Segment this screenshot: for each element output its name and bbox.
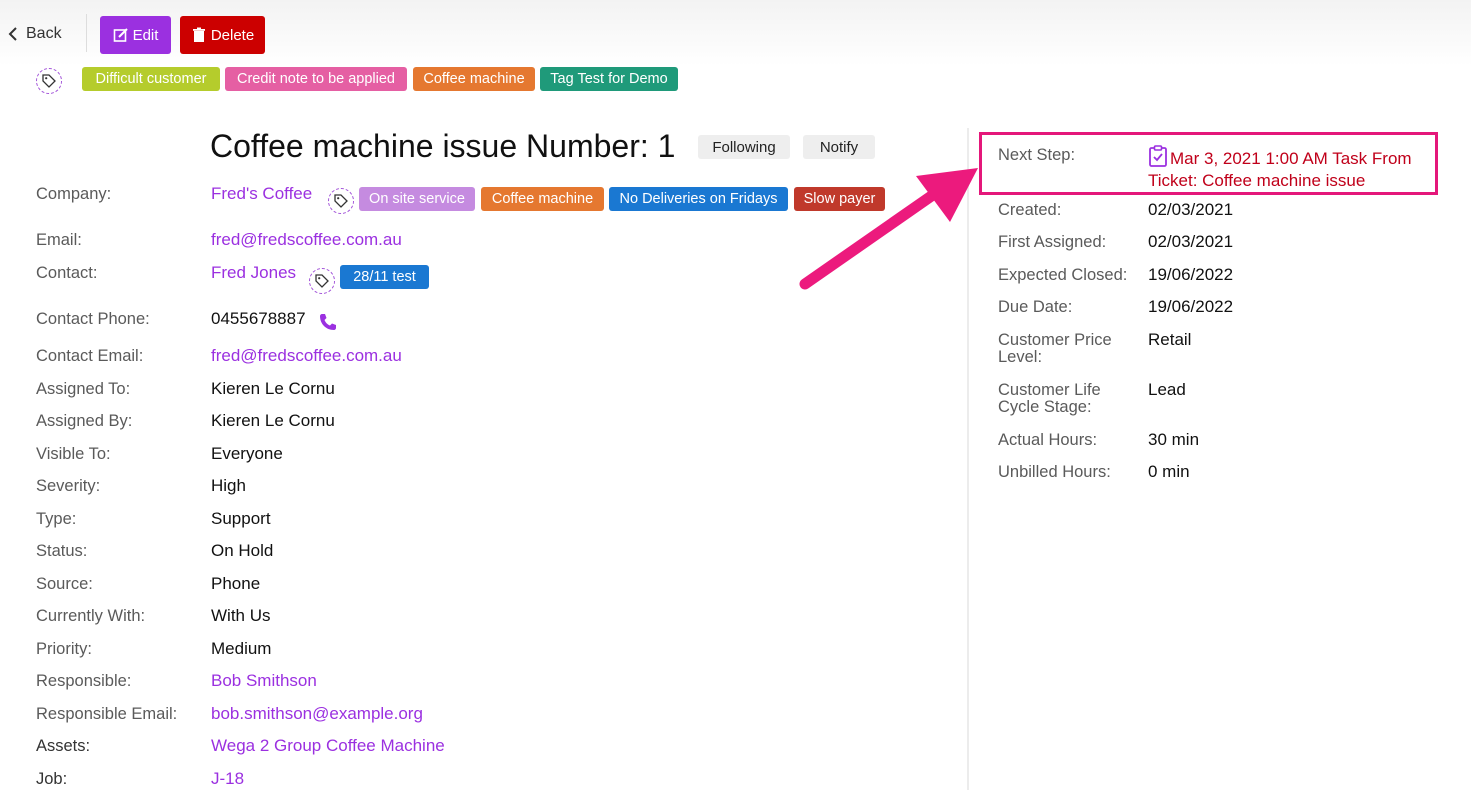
customer-price-level-label-line2: Level: bbox=[998, 348, 1043, 366]
priority-value: Medium bbox=[211, 639, 272, 658]
clipboard-check-icon bbox=[1149, 145, 1167, 167]
toolbar-divider bbox=[86, 14, 87, 52]
assigned-by-label: Assigned By: bbox=[36, 412, 133, 430]
assigned-by-value: Kieren Le Cornu bbox=[211, 411, 335, 430]
company-label: Company: bbox=[36, 185, 112, 203]
next-step-text: Mar 3, 2021 1:00 AM Task From Ticket: Co… bbox=[1148, 149, 1412, 190]
back-label: Back bbox=[26, 25, 62, 42]
due-date-value: 19/06/2022 bbox=[1148, 297, 1234, 316]
responsible-email-label: Responsible Email: bbox=[36, 705, 178, 723]
customer-price-level-label: Customer Price Level: bbox=[998, 332, 1112, 366]
responsible-email-link[interactable]: bob.smithson@example.org bbox=[211, 704, 423, 724]
company-tag-chip[interactable]: Coffee machine bbox=[481, 187, 604, 211]
email-link[interactable]: fred@fredscoffee.com.au bbox=[211, 230, 402, 250]
tag-icon[interactable] bbox=[36, 68, 62, 94]
edit-label: Edit bbox=[132, 26, 159, 44]
following-button[interactable]: Following bbox=[698, 135, 790, 159]
customer-price-level-label-line1: Customer Price bbox=[998, 331, 1112, 349]
visible-to-value: Everyone bbox=[211, 444, 283, 463]
currently-with-label: Currently With: bbox=[36, 607, 146, 625]
severity-value: High bbox=[211, 476, 246, 495]
company-tag-chip[interactable]: On site service bbox=[359, 187, 475, 211]
contact-tag-chip[interactable]: 28/11 test bbox=[340, 265, 429, 289]
ticket-tag-chip[interactable]: Coffee machine bbox=[413, 67, 535, 91]
responsible-label: Responsible: bbox=[36, 672, 132, 690]
contact-label: Contact: bbox=[36, 264, 98, 282]
contact-email-link[interactable]: fred@fredscoffee.com.au bbox=[211, 346, 402, 366]
job-link[interactable]: J-18 bbox=[211, 769, 244, 789]
tag-icon[interactable] bbox=[328, 188, 354, 214]
source-value: Phone bbox=[211, 574, 261, 593]
first-assigned-label: First Assigned: bbox=[998, 233, 1107, 251]
page-title: Coffee machine issue Number: 1 bbox=[210, 128, 676, 164]
chevron-left-icon bbox=[8, 27, 17, 41]
phone-icon[interactable] bbox=[318, 312, 338, 332]
unbilled-hours-label: Unbilled Hours: bbox=[998, 463, 1111, 481]
contact-link[interactable]: Fred Jones bbox=[211, 263, 296, 283]
company-link[interactable]: Fred's Coffee bbox=[211, 184, 312, 204]
severity-label: Severity: bbox=[36, 477, 101, 495]
created-value: 02/03/2021 bbox=[1148, 200, 1234, 219]
expected-closed-value: 19/06/2022 bbox=[1148, 265, 1234, 284]
customer-life-cycle-label-line1: Customer Life bbox=[998, 381, 1101, 399]
assets-link[interactable]: Wega 2 Group Coffee Machine bbox=[211, 736, 445, 756]
delete-button[interactable]: Delete bbox=[180, 16, 265, 54]
job-label: Job: bbox=[36, 770, 68, 788]
customer-life-cycle-value: Lead bbox=[1148, 380, 1186, 399]
assigned-to-value: Kieren Le Cornu bbox=[211, 379, 335, 398]
status-label: Status: bbox=[36, 542, 88, 560]
ticket-tag-chip[interactable]: Tag Test for Demo bbox=[540, 67, 678, 91]
contact-email-label: Contact Email: bbox=[36, 347, 144, 365]
tag-icon[interactable] bbox=[309, 268, 335, 294]
email-label: Email: bbox=[36, 231, 82, 249]
expected-closed-label: Expected Closed: bbox=[998, 266, 1128, 284]
back-button[interactable]: Back bbox=[8, 25, 62, 43]
customer-life-cycle-label-line2: Cycle Stage: bbox=[998, 398, 1092, 416]
status-value: On Hold bbox=[211, 541, 274, 560]
first-assigned-value: 02/03/2021 bbox=[1148, 232, 1234, 251]
edit-icon bbox=[113, 28, 128, 42]
visible-to-label: Visible To: bbox=[36, 445, 111, 463]
priority-label: Priority: bbox=[36, 640, 92, 658]
annotation-arrow bbox=[799, 168, 978, 290]
type-label: Type: bbox=[36, 510, 77, 528]
trash-icon bbox=[192, 27, 205, 42]
source-label: Source: bbox=[36, 575, 93, 593]
due-date-label: Due Date: bbox=[998, 298, 1073, 316]
contact-phone-value: 0455678887 bbox=[211, 309, 306, 328]
edit-button[interactable]: Edit bbox=[100, 16, 171, 54]
type-value: Support bbox=[211, 509, 271, 528]
actual-hours-value: 30 min bbox=[1148, 430, 1200, 449]
created-label: Created: bbox=[998, 201, 1062, 219]
unbilled-hours-value: 0 min bbox=[1148, 462, 1190, 481]
delete-label: Delete bbox=[210, 26, 255, 44]
notify-button[interactable]: Notify bbox=[803, 135, 875, 159]
company-tag-chip[interactable]: No Deliveries on Fridays bbox=[609, 187, 788, 211]
actual-hours-label: Actual Hours: bbox=[998, 431, 1098, 449]
assigned-to-label: Assigned To: bbox=[36, 380, 131, 398]
assets-label: Assets: bbox=[36, 737, 91, 755]
currently-with-value: With Us bbox=[211, 606, 271, 625]
next-step-link[interactable]: Mar 3, 2021 1:00 AM Task From Ticket: Co… bbox=[1148, 145, 1433, 192]
customer-life-cycle-label: Customer Life Cycle Stage: bbox=[998, 382, 1101, 416]
ticket-tag-chip[interactable]: Credit note to be applied bbox=[225, 67, 407, 91]
customer-price-level-value: Retail bbox=[1148, 330, 1192, 349]
responsible-link[interactable]: Bob Smithson bbox=[211, 671, 317, 691]
ticket-tag-chip[interactable]: Difficult customer bbox=[82, 67, 220, 91]
next-step-label: Next Step: bbox=[998, 146, 1076, 164]
contact-phone-label: Contact Phone: bbox=[36, 310, 150, 328]
